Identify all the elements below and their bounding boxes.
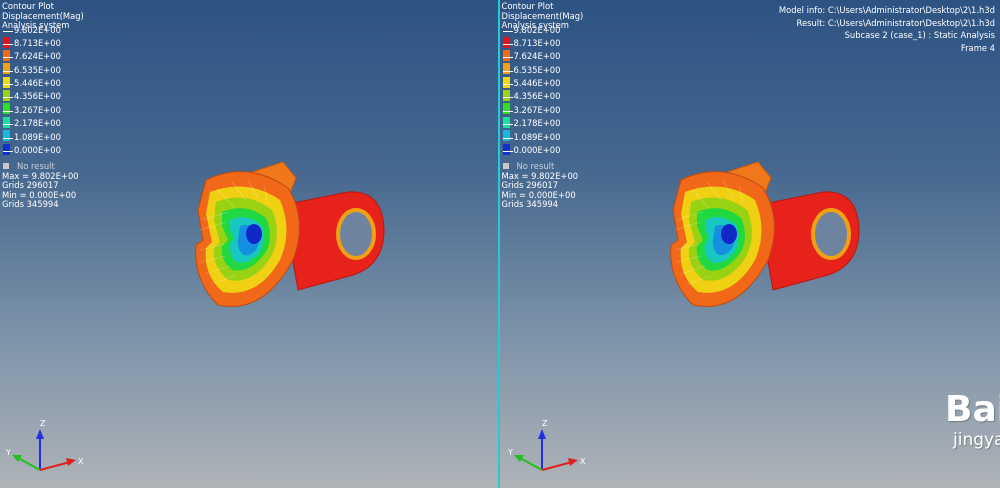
legend-tick (3, 137, 13, 139)
triad-y-label: Y (5, 448, 11, 457)
model-info-panel: Model info: C:\Users\Administrator\Deskt… (779, 4, 995, 54)
fe-model-contour[interactable] (188, 150, 388, 320)
contour-legend: Contour Plot Displacement(Mag) Analysis … (501, 1, 584, 210)
watermark-url: jingyan.baidu.com (953, 430, 1000, 450)
legend-level-label: 7.624E+00 (513, 51, 561, 62)
legend-tick (3, 70, 13, 72)
fe-model-contour[interactable] (663, 150, 863, 320)
legend-tick (3, 57, 13, 59)
legend-level-label: 3.267E+00 (14, 104, 61, 115)
legend-level-label: 6.535E+00 (14, 64, 61, 75)
triad-z-label: Z (542, 419, 548, 428)
legend-tick (502, 124, 513, 126)
contour-legend: Contour Plot Displacement(Mag) Analysis … (2, 1, 84, 210)
legend-scale: 9.802E+00 8.713E+00 7.624E+00 6.535E+00 5.44… (502, 25, 584, 162)
legend-tick (3, 124, 13, 126)
legend-tick (3, 151, 13, 153)
legend-scale: 9.802E+00 8.713E+00 7.624E+00 6.535E+00 5.44… (2, 25, 84, 162)
legend-tick (3, 110, 13, 112)
legend-tick (502, 30, 513, 32)
subcase-text: Subcase 2 (case_1) : Static Analysis (844, 30, 995, 40)
legend-tick (502, 43, 513, 45)
triad-x-label: X (580, 457, 586, 466)
legend-level-row: 0.000E+00 (502, 146, 584, 161)
legend-tick (502, 70, 513, 72)
legend-level-label: 1.089E+00 (513, 131, 561, 142)
legend-no-result: No result (2, 161, 84, 172)
legend-tick (502, 84, 513, 86)
legend-level-row: 0.000E+00 (2, 146, 84, 161)
legend-level-label: 9.802E+00 (14, 24, 61, 35)
legend-tick (3, 84, 13, 86)
legend-level-label: 7.624E+00 (14, 51, 61, 62)
legend-level-label: 0.000E+00 (513, 145, 561, 156)
legend-tick (502, 97, 513, 99)
legend-level-label: 5.446E+00 (513, 78, 561, 89)
triad-z-label: Z (40, 419, 46, 428)
legend-tick (502, 110, 513, 112)
legend-level-label: 2.178E+00 (513, 118, 561, 129)
legend-level-label: 4.356E+00 (14, 91, 61, 102)
coordinate-triad: Z X Y (5, 419, 84, 471)
legend-level-label: 2.178E+00 (14, 118, 61, 129)
legend-level-label: 3.267E+00 (513, 104, 561, 115)
coordinate-triad: Z X Y (507, 419, 586, 471)
legend-level-label: 8.713E+00 (14, 37, 61, 48)
legend-tick (3, 43, 13, 45)
watermark-brand: Baidu 经验 (945, 389, 1000, 430)
legend-tick (502, 57, 513, 59)
legend-no-result: No result (502, 161, 584, 172)
legend-level-label: 6.535E+00 (513, 64, 561, 75)
legend-level-label: 4.356E+00 (513, 91, 561, 102)
frame-text: Frame 4 (960, 42, 995, 53)
legend-level-label: 9.802E+00 (513, 24, 561, 35)
legend-level-label: 1.089E+00 (14, 131, 61, 142)
viewport-right[interactable]: Contour Plot Displacement(Mag) Analysis … (498, 0, 1000, 488)
viewport-left[interactable]: Contour Plot Displacement(Mag) Analysis … (0, 0, 499, 488)
hyperview-window: Contour Plot Displacement(Mag) Analysis … (0, 0, 1000, 488)
model-info-text: Model info: C:\Users\Administrator\Deskt… (778, 5, 995, 15)
triad-y-label: Y (507, 448, 513, 457)
legend-level-label: 0.000E+00 (14, 145, 61, 156)
result-info-text: Result: C:\Users\Administrator\Desktop\2… (796, 17, 996, 28)
legend-level-label: 5.446E+00 (14, 78, 61, 89)
legend-tick (3, 30, 13, 32)
legend-tick (3, 97, 13, 99)
legend-tick (502, 137, 513, 139)
triad-x-label: X (78, 457, 84, 466)
legend-level-label: 8.713E+00 (513, 37, 561, 48)
legend-grids-min: Grids 345994 (2, 199, 59, 210)
legend-tick (502, 151, 513, 153)
legend-grids-min: Grids 345994 (501, 199, 559, 210)
